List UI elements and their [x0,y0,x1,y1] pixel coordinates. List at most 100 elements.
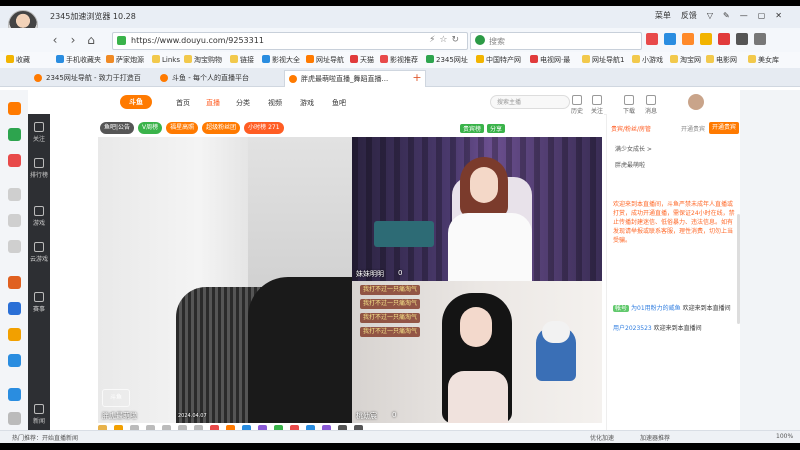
extension-red-icon[interactable] [646,33,658,45]
home-icon[interactable]: ⌂ [84,33,98,47]
bookmark-item[interactable]: 美女库 [748,55,779,65]
taobao-icon[interactable] [8,302,21,315]
nav-video[interactable]: 视频 [268,98,282,108]
bookmark-item[interactable]: 天猫 [350,55,374,65]
new-tab-button[interactable]: + [410,70,424,86]
wifi-icon[interactable]: ▽ [707,11,713,20]
extension-orange-icon[interactable] [682,33,694,45]
more-icon[interactable] [8,412,21,425]
side-game[interactable]: 游戏 [28,206,50,227]
room-tag[interactable]: 超级粉丝团 [202,122,241,134]
room-tag[interactable]: V周榜 [138,122,163,134]
skin-icon[interactable]: ✎ [723,11,730,20]
search-input[interactable]: 搜索 [470,32,642,50]
url-text[interactable]: https://www.douyu.com/9253311 [131,36,264,45]
bookmark-item[interactable]: 电影网 [706,55,737,65]
360-icon[interactable] [8,388,21,401]
chat-fan-link[interactable]: 贵宾/粉丝/房管 [611,124,651,133]
tile-1-label: 胖虎最萌啦 [102,412,137,420]
game-icon[interactable] [8,276,21,289]
tab-2345[interactable]: 2345网址导航 - 致力于打造百 [30,70,166,86]
clock-icon[interactable] [8,128,21,141]
trophy-icon [34,292,44,302]
bookmark-item[interactable]: 链接 [230,55,254,65]
nav-game[interactable]: 游戏 [300,98,314,108]
extension-yellow-icon[interactable] [700,33,712,45]
nav-live[interactable]: 直播 [206,98,220,108]
forward-icon[interactable]: › [66,33,80,47]
bookmark-item[interactable]: 淘宝网 [670,55,701,65]
video-player[interactable]: 斗鱼 胖虎最萌啦 2024.04.07 妹妹明明 0 桃幼宸 0 我打不过一只痛… [98,137,602,423]
bookmark-item[interactable]: 中国特产网 [476,55,521,65]
room-tag[interactable]: 福星高照 [166,122,199,134]
chat-user[interactable]: 为01用粉力的威鱼 [631,305,681,312]
side-cloud-game[interactable]: 云游戏 [28,242,50,263]
cloud-icon [34,242,44,252]
room-tag[interactable]: 鱼吧|公告 [100,122,135,134]
download-button[interactable]: 下载 [618,95,640,115]
close-icon[interactable]: ✕ [775,11,782,20]
chat-user[interactable]: 用户2023523 [613,325,652,332]
extension-blue-icon[interactable] [664,33,676,45]
bookmark-item[interactable]: 网址导航 [306,55,344,65]
app-icon[interactable] [8,214,21,227]
douyu-logo[interactable]: 斗鱼 [120,95,152,109]
bookmark-item[interactable]: 电视网·最 [530,55,570,65]
bookmark-item[interactable]: 网址导航1 [582,55,624,65]
back-icon[interactable]: ‹ [48,33,62,47]
chat-anchor-growth[interactable]: 满少女成长 > [615,144,652,153]
bookmark-item[interactable]: 小游戏 [632,55,663,65]
status-news[interactable]: 热门推荐：开始直播新闻 [12,433,78,442]
vip-rank-button[interactable]: 贵宾榜 [460,123,485,133]
feedback-link[interactable]: 反馈 [681,10,697,21]
bookmark-item[interactable]: 萨家炮源 [106,55,144,65]
bookmark-item[interactable]: Links [152,55,180,64]
follow-button[interactable]: 关注 [586,95,608,115]
bookmark-item[interactable]: 影视大全 [262,55,300,65]
status-optimize[interactable]: 优化加速 [590,433,614,442]
message-button[interactable]: 消息 [640,95,662,115]
side-follow[interactable]: 关注 [28,122,50,143]
title-bar: 2345加速浏览器 10.28 菜单 反馈 ▽ ✎ — ▢ ✕ [0,6,800,40]
bookmark-item[interactable]: 2345网址 [426,55,468,65]
tab-douyu-home[interactable]: 斗鱼 - 每个人的直播平台 [156,70,292,86]
bookmark-item[interactable]: 影视推荐 [380,55,418,65]
app-icon[interactable] [8,240,21,253]
history-button[interactable]: 历史 [566,95,588,115]
bookmark-item[interactable]: 手机收藏夹 [56,55,101,65]
nav-category[interactable]: 分类 [236,98,250,108]
favorites-icon[interactable] [8,102,21,115]
chat-text: 欢迎来到本直播间 [682,305,731,312]
tools-icon[interactable] [736,33,748,45]
app-icon[interactable] [8,188,21,201]
calendar-icon[interactable] [8,154,21,167]
room-tag[interactable]: 小时榜 271 [244,122,284,134]
open-vip-button[interactable]: 开通贵宾 [709,122,739,134]
bookmark-item[interactable]: 收藏 [6,55,30,65]
store-icon[interactable] [8,328,21,341]
status-accelerator[interactable]: 加速器推荐 [640,433,670,442]
menu-link[interactable]: 菜单 [655,10,671,21]
zoom-level[interactable]: 100% [776,433,793,440]
extension-new-icon[interactable] [718,33,730,45]
douyu-search-input[interactable]: 搜索主播 [490,95,570,109]
url-actions[interactable]: ⚡☆↻ [429,35,463,45]
minimize-icon[interactable]: — [740,11,748,20]
news-icon [34,404,44,414]
side-rank[interactable]: 排行榜 [28,158,50,179]
tile-2-count: 0 [398,269,403,277]
search-engine-icon[interactable] [475,35,485,45]
nav-home[interactable]: 首页 [176,98,190,108]
side-esports[interactable]: 赛事 [28,292,50,313]
user-avatar[interactable] [688,94,704,110]
nav-fishbar[interactable]: 鱼吧 [332,98,346,108]
menu-grid-icon[interactable] [754,33,766,45]
side-news[interactable]: 新闻 [28,404,50,425]
bookmark-item[interactable]: 淘宝购物 [184,55,222,65]
maximize-icon[interactable]: ▢ [758,11,766,20]
baidu-icon[interactable] [8,354,21,367]
tab-douyu-room[interactable]: 胖虎最萌啦直播_舞蹈直播... [284,70,426,87]
url-field[interactable]: https://www.douyu.com/9253311 ⚡☆↻ [112,32,468,50]
share-button[interactable]: 分享 [487,123,506,133]
tile-person-face [470,167,498,203]
